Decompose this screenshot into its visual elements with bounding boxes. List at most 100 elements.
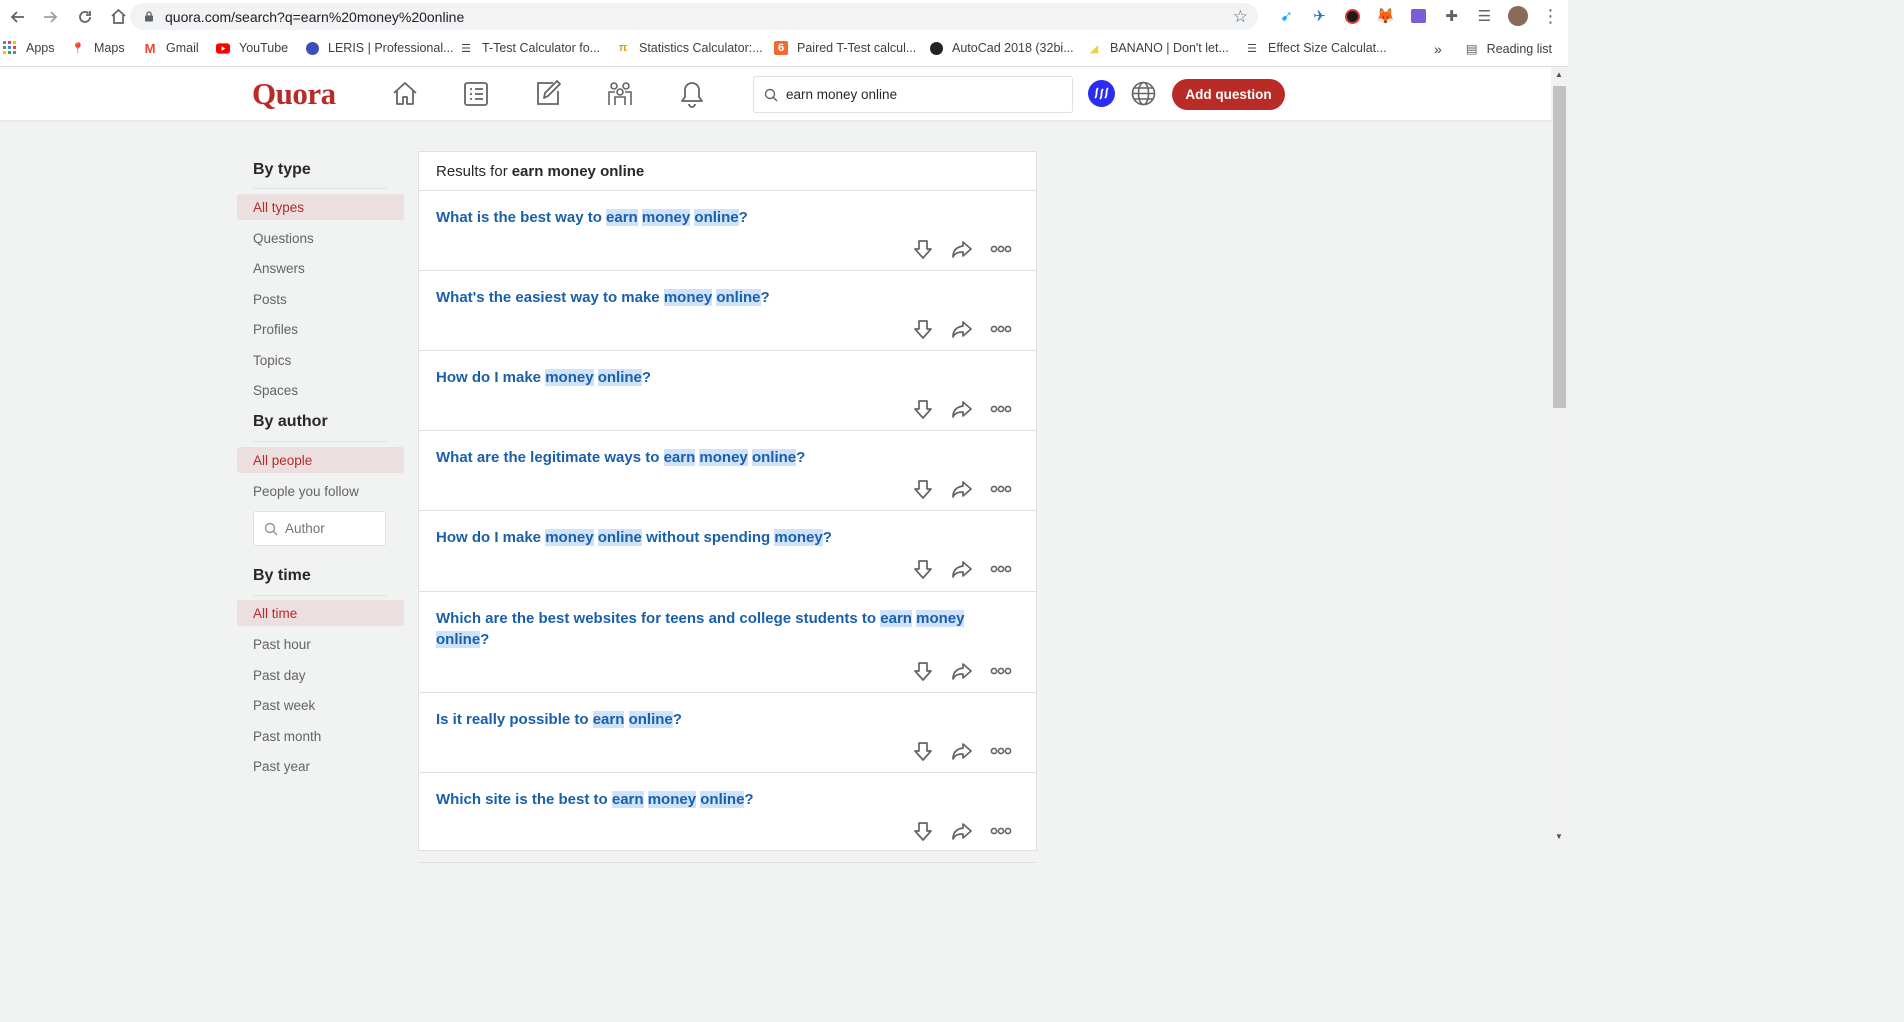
scroll-up-arrow-icon[interactable]: ▲ [1555, 70, 1563, 79]
search-input[interactable] [784, 86, 1068, 103]
scroll-down-arrow-icon[interactable]: ▼ [1555, 832, 1563, 841]
globe-language-icon[interactable] [1130, 80, 1157, 107]
result-actions [903, 477, 1020, 501]
more-options-icon[interactable] [981, 819, 1020, 843]
steem-extension-icon[interactable] [1088, 80, 1115, 107]
bookmark-autocad[interactable]: AutoCad 2018 (32bi... [929, 41, 1074, 55]
filter-time-year[interactable]: Past year [237, 753, 404, 779]
bookmark-leris[interactable]: LERIS | Professional... [305, 41, 454, 55]
share-icon[interactable] [942, 819, 981, 843]
metamask-icon[interactable]: 🦊 [1369, 4, 1402, 28]
filter-time-hour[interactable]: Past hour [237, 631, 404, 657]
share-icon[interactable] [942, 397, 981, 421]
filter-time-all[interactable]: All time [237, 600, 404, 626]
notifications-nav-icon[interactable] [677, 79, 707, 109]
question-text: ? [796, 449, 806, 466]
reading-list-button[interactable]: ▤ Reading list [1466, 41, 1552, 57]
following-nav-icon[interactable] [461, 79, 491, 109]
more-options-icon[interactable] [981, 397, 1020, 421]
bookmark-ttest[interactable]: ☰ T-Test Calculator fo... [459, 41, 600, 55]
filter-time-month[interactable]: Past month [237, 723, 404, 749]
more-options-icon[interactable] [981, 557, 1020, 581]
filter-author-following[interactable]: People you follow [237, 478, 404, 504]
bookmark-star-icon[interactable]: ☆ [1233, 7, 1248, 27]
more-options-icon[interactable] [981, 477, 1020, 501]
profile-avatar[interactable] [1501, 4, 1534, 28]
result-question-link[interactable]: Which are the best websites for teens an… [436, 608, 996, 650]
address-bar[interactable]: quora.com/search?q=earn%20money%20online… [130, 3, 1258, 30]
query-highlight: money [663, 289, 713, 306]
extension-3-icon[interactable] [1336, 4, 1369, 28]
result-question-link[interactable]: Is it really possible to earn online? [436, 709, 996, 730]
bookmark-label: Paired T-Test calcul... [797, 41, 917, 55]
downvote-icon[interactable] [903, 739, 942, 763]
downvote-icon[interactable] [903, 659, 942, 683]
share-icon[interactable] [942, 317, 981, 341]
share-icon[interactable] [942, 659, 981, 683]
add-question-button[interactable]: Add question [1172, 79, 1285, 110]
result-question-link[interactable]: What are the legitimate ways to earn mon… [436, 447, 996, 468]
back-button[interactable] [2, 2, 32, 32]
home-button[interactable] [103, 2, 133, 32]
downvote-icon[interactable] [903, 237, 942, 261]
filter-type-profiles[interactable]: Profiles [237, 316, 404, 342]
filter-time-day[interactable]: Past day [237, 662, 404, 688]
downvote-icon[interactable] [903, 557, 942, 581]
result-question-link[interactable]: How do I make money online? [436, 367, 996, 388]
home-nav-icon[interactable] [390, 79, 420, 109]
browser-menu-icon[interactable]: ⋮ [1534, 4, 1567, 28]
filter-type-all[interactable]: All types [237, 194, 404, 220]
query-highlight: money [545, 529, 594, 546]
gmail-icon: M [144, 40, 156, 56]
share-icon[interactable] [942, 477, 981, 501]
filter-type-posts[interactable]: Posts [237, 286, 404, 312]
search-input-container[interactable] [753, 76, 1073, 113]
downvote-icon[interactable] [903, 317, 942, 341]
result-question-link[interactable]: Which site is the best to earn money onl… [436, 789, 996, 810]
filter-type-topics[interactable]: Topics [237, 347, 404, 373]
media-control-icon[interactable]: ☰ [1468, 4, 1501, 28]
more-options-icon[interactable] [981, 237, 1020, 261]
forward-button[interactable] [36, 2, 66, 32]
page-scrollbar-thumb[interactable] [1553, 86, 1566, 408]
result-question-link[interactable]: What's the easiest way to make money onl… [436, 287, 996, 308]
result-question-link[interactable]: How do I make money online without spend… [436, 527, 996, 548]
share-icon[interactable] [942, 237, 981, 261]
filter-type-questions[interactable]: Questions [237, 225, 404, 251]
spaces-nav-icon[interactable] [605, 79, 635, 109]
extension-1-icon[interactable]: ➹ [1270, 4, 1303, 28]
query-highlight: money [647, 791, 697, 808]
result-question-link[interactable]: What is the best way to earn money onlin… [436, 207, 996, 228]
quora-logo[interactable]: Quora [252, 76, 336, 112]
author-input[interactable] [283, 520, 383, 537]
more-options-icon[interactable] [981, 659, 1020, 683]
extension-5-icon[interactable] [1402, 4, 1435, 28]
filter-author-all[interactable]: All people [237, 447, 404, 473]
bookmark-youtube[interactable]: YouTube [216, 41, 288, 55]
bookmark-effect-size[interactable]: ☰ Effect Size Calculat... [1245, 41, 1387, 55]
downvote-icon[interactable] [903, 397, 942, 421]
extension-2-icon[interactable]: ✈ [1303, 4, 1336, 28]
filter-time-week[interactable]: Past week [237, 692, 404, 718]
bookmark-gmail[interactable]: M Gmail [143, 40, 199, 56]
filter-type-answers[interactable]: Answers [237, 255, 404, 281]
more-options-icon[interactable] [981, 317, 1020, 341]
more-options-icon[interactable] [981, 739, 1020, 763]
answer-nav-icon[interactable] [533, 79, 563, 109]
bookmark-apps[interactable]: Apps [3, 41, 55, 55]
filter-type-spaces[interactable]: Spaces [237, 377, 404, 403]
downvote-icon[interactable] [903, 477, 942, 501]
query-highlight: money [641, 209, 691, 226]
bookmarks-overflow-button[interactable]: » [1434, 41, 1442, 57]
author-search-field[interactable] [253, 511, 386, 546]
extensions-puzzle-icon[interactable]: ✚ [1435, 4, 1468, 28]
share-icon[interactable] [942, 557, 981, 581]
bookmark-banano[interactable]: ◢ BANANO | Don't let... [1087, 41, 1229, 55]
result-actions [903, 317, 1020, 341]
bookmark-paired-ttest[interactable]: 6 Paired T-Test calcul... [774, 41, 916, 55]
bookmark-maps[interactable]: 📍 Maps [71, 41, 124, 55]
reload-button[interactable] [70, 2, 100, 32]
downvote-icon[interactable] [903, 819, 942, 843]
share-icon[interactable] [942, 739, 981, 763]
bookmark-statistics[interactable]: π Statistics Calculator:... [616, 41, 763, 55]
